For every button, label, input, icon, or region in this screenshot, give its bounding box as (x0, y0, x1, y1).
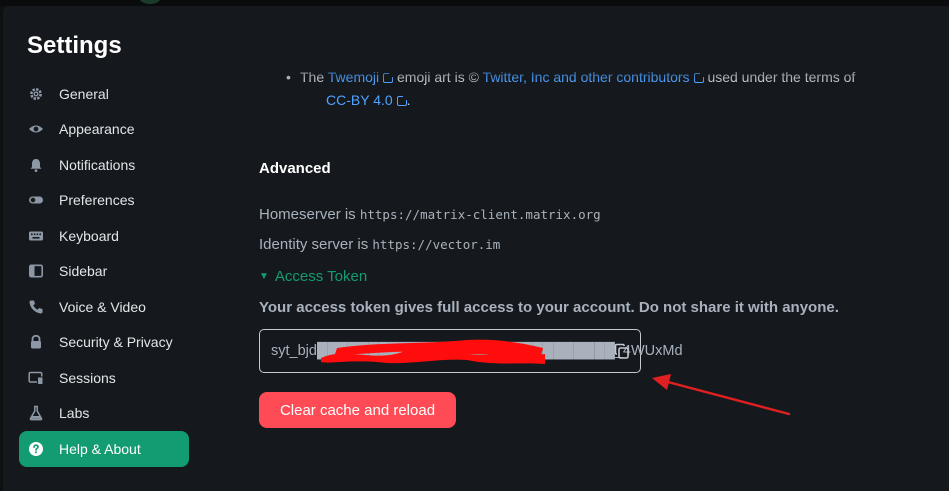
identity-server-row: Identity server is https://vector.im (259, 236, 500, 253)
sidebar-item-keyboard[interactable]: Keyboard (19, 218, 189, 254)
advanced-heading: Advanced (259, 160, 331, 177)
toggle-icon (28, 192, 44, 208)
sidebar-item-label: Sessions (59, 369, 116, 386)
sidebar-item-label: Help & About (59, 440, 141, 457)
phone-icon (28, 299, 44, 315)
settings-dialog: Settings General Appearance Notification… (3, 6, 949, 491)
sidebar-item-label: Security & Privacy (59, 334, 173, 351)
sidebar-item-label: Sidebar (59, 263, 108, 280)
sidebar-item-label: Voice & Video (59, 298, 146, 315)
external-link-icon (396, 95, 408, 106)
sidebar-item-labs[interactable]: Labs (19, 396, 189, 432)
settings-content: • The Twemoji emoji art is © Twitter, In… (259, 6, 949, 491)
access-token-field[interactable]: syt_bjd█████████████████████████████_4WU… (259, 329, 683, 373)
settings-sidebar: General Appearance Notifications Prefere… (19, 76, 189, 467)
bell-icon (28, 157, 44, 173)
homeserver-label: Homeserver is (259, 206, 356, 223)
sidebar-item-security-privacy[interactable]: Security & Privacy (19, 325, 189, 361)
gear-icon (28, 86, 44, 102)
help-icon (28, 441, 44, 457)
sidebar-item-label: General (59, 85, 109, 102)
identity-server-value: https://vector.im (372, 237, 501, 252)
sidebar-item-appearance[interactable]: Appearance (19, 112, 189, 148)
sidebar-item-label: Notifications (59, 156, 136, 173)
sidebar-item-help-about[interactable]: Help & About (19, 431, 189, 467)
flask-icon (28, 405, 44, 421)
access-token-warning: Your access token gives full access to y… (259, 299, 839, 316)
sidebar-item-label: Preferences (59, 192, 135, 209)
sidebar-item-general[interactable]: General (19, 76, 189, 112)
sidebar-icon (28, 263, 44, 279)
background-glimpse (140, 0, 160, 4)
sidebar-item-label: Appearance (59, 121, 135, 138)
sidebar-item-label: Labs (59, 405, 90, 422)
dialog-title: Settings (27, 32, 122, 59)
homeserver-row: Homeserver is https://matrix-client.matr… (259, 206, 601, 223)
keyboard-icon (28, 228, 44, 244)
copy-icon[interactable] (614, 343, 630, 359)
sidebar-item-label: Keyboard (59, 227, 119, 244)
eye-icon (28, 121, 44, 137)
redaction-scribble (321, 339, 545, 364)
sidebar-item-notifications[interactable]: Notifications (19, 147, 189, 183)
sidebar-item-sessions[interactable]: Sessions (19, 360, 189, 396)
sidebar-item-voice-video[interactable]: Voice & Video (19, 289, 189, 325)
sidebar-item-sidebar[interactable]: Sidebar (19, 254, 189, 290)
devices-icon (28, 370, 44, 386)
scroll-fade (259, 56, 949, 82)
license-link[interactable]: CC-BY 4.0 (326, 92, 408, 108)
sidebar-item-preferences[interactable]: Preferences (19, 183, 189, 219)
identity-server-label: Identity server is (259, 236, 369, 253)
homeserver-value: https://matrix-client.matrix.org (359, 207, 601, 222)
lock-icon (28, 334, 44, 350)
access-token-toggle[interactable]: ▼ Access Token (259, 268, 367, 285)
triangle-down-icon: ▼ (259, 271, 269, 282)
clear-cache-button[interactable]: Clear cache and reload (259, 392, 456, 428)
